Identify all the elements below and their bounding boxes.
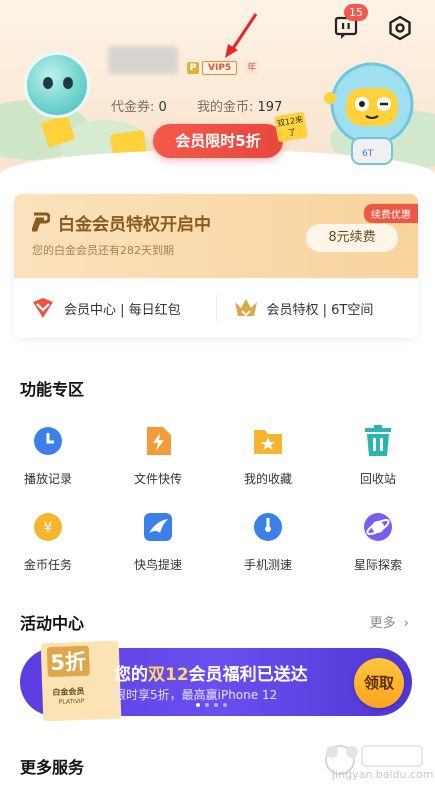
platinum-expiry-text: 您的白金会员还有282天到期 — [32, 244, 174, 257]
voucher-value: 0 — [158, 100, 167, 115]
coin-icon: ¥ — [31, 510, 65, 544]
func-coin-task[interactable]: ¥ 金币任务 — [8, 510, 88, 573]
platinum-banner[interactable]: 白金会员特权开启中 您的白金会员还有282天到期 续费优惠 8元续费 — [14, 194, 418, 278]
notification-badge: 15 — [344, 4, 368, 21]
functions-section-title: 功能专区 — [20, 380, 85, 399]
platinum-p-logo-icon — [32, 212, 50, 232]
vip-p-icon: P — [187, 62, 199, 74]
baidu-jingyan-watermark-icon — [325, 745, 423, 775]
renew-discount-tag: 续费优惠 — [364, 204, 418, 223]
avatar[interactable] — [24, 52, 90, 118]
watermark-text: jingyan.baidu.com — [332, 768, 434, 781]
func-label: 快鸟提速 — [133, 558, 182, 572]
planet-icon — [361, 510, 395, 544]
card-platinum-label: 白金会员 — [52, 686, 85, 698]
banner-subtitle: 限时享5折，最高赢iPhone 12 — [114, 688, 278, 702]
avatar-eye — [43, 77, 53, 89]
banner-title: 您的双12会员福利已送达 — [114, 660, 308, 685]
member-privilege-link[interactable]: 会员特权 | 6T空间 — [217, 278, 419, 338]
red-envelope-icon — [33, 298, 53, 318]
astronaut-mascot-icon: 6T — [324, 62, 414, 165]
vip-level-label: VIP5 — [202, 61, 238, 75]
platinum-5-discount-card: 5折 白金会员 PLATIVIP — [40, 640, 122, 722]
carousel-dot[interactable] — [196, 703, 200, 707]
year-tag: 年 — [244, 61, 260, 75]
func-label: 星际探索 — [353, 558, 402, 572]
more-services-title: 更多服务 — [20, 758, 85, 777]
vip-level-tag[interactable]: P VIP5 年 — [187, 61, 260, 75]
func-label: 播放记录 — [23, 472, 72, 486]
banner-title-prefix: 您的 — [114, 665, 148, 685]
func-favorites[interactable]: 我的收藏 — [228, 424, 308, 487]
func-label: 我的收藏 — [243, 472, 292, 486]
star-folder-icon — [251, 424, 285, 458]
func-speed-boost[interactable]: 快鸟提速 — [118, 510, 198, 573]
func-phone-speedtest[interactable]: 手机测速 — [228, 510, 308, 573]
banner-title-suffix: 会员福利已送达 — [188, 665, 308, 685]
member-center-label: 会员中心 | 每日红包 — [64, 302, 181, 318]
speedometer-icon — [251, 510, 285, 544]
svg-text:6T: 6T — [362, 149, 374, 159]
trash-icon — [361, 424, 395, 458]
double12-sticker: 双12来了 — [273, 111, 309, 143]
member-center-link[interactable]: 会员中心 | 每日红包 — [14, 278, 216, 338]
member-privilege-label: 会员特权 | 6T空间 — [266, 302, 374, 318]
username-blurred — [108, 46, 178, 74]
voucher-label: 代金券: — [111, 100, 155, 115]
bird-icon — [141, 510, 175, 544]
platinum-title: 白金会员特权开启中 — [58, 215, 211, 235]
carousel-dot[interactable] — [214, 703, 218, 707]
crown-icon — [234, 299, 257, 317]
activity-more-link[interactable]: 更多 › — [370, 612, 409, 631]
renew-button[interactable]: 8元续费 — [306, 224, 398, 252]
annotation-arrow-icon — [225, 13, 258, 58]
platinum-member-card[interactable]: 白金会员特权开启中 您的白金会员还有282天到期 续费优惠 8元续费 会员中心 … — [14, 194, 418, 338]
avatar-eye — [63, 77, 73, 89]
carousel-dot[interactable] — [205, 703, 209, 707]
svg-text:¥: ¥ — [44, 520, 53, 536]
func-file-transfer[interactable]: 文件快传 — [118, 424, 198, 487]
discount-label: 5折 — [46, 645, 90, 678]
func-label: 文件快传 — [133, 472, 182, 486]
clock-icon — [31, 424, 65, 458]
func-label: 手机测速 — [243, 558, 292, 572]
vip-promo-button[interactable]: 会员限时5折 — [153, 124, 283, 158]
carousel-dot[interactable] — [223, 703, 227, 707]
coins-stat[interactable]: 我的金币: 197 — [197, 96, 282, 115]
coins-label: 我的金币: — [197, 100, 254, 115]
voucher-stat[interactable]: 代金券: 0 — [111, 96, 167, 115]
func-play-history[interactable]: 播放记录 — [8, 424, 88, 487]
func-recycle-bin[interactable]: 回收站 — [338, 424, 418, 487]
card-platinum-en-label: PLATIVIP — [58, 697, 85, 706]
carousel-dots — [196, 703, 227, 707]
banner-title-highlight: 双12 — [148, 665, 189, 685]
activity-section-title: 活动中心 — [20, 614, 85, 633]
lightning-file-icon — [141, 424, 175, 458]
chevron-right-icon: › — [403, 616, 409, 631]
coins-value: 197 — [257, 100, 283, 115]
func-star-explore[interactable]: 星际探索 — [338, 510, 418, 573]
func-label: 金币任务 — [23, 558, 72, 572]
more-label: 更多 — [369, 616, 396, 631]
claim-button[interactable]: 领取 — [354, 658, 404, 708]
func-label: 回收站 — [359, 472, 396, 486]
platinum-links: 会员中心 | 每日红包 会员特权 | 6T空间 — [14, 278, 418, 338]
settings-icon[interactable] — [386, 14, 414, 42]
